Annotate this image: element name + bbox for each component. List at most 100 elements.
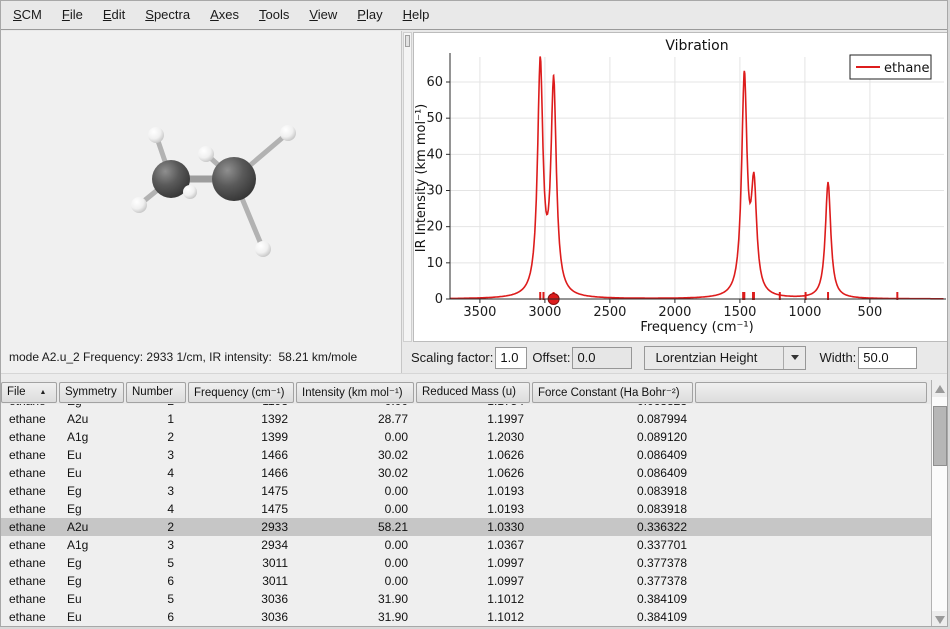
scroll-down-button[interactable] [932, 611, 948, 627]
cell-reduced: 1.0193 [416, 500, 532, 518]
cell-frequency: 3011 [188, 572, 296, 590]
cell-frequency: 3036 [188, 590, 296, 608]
arrow-down-icon [935, 616, 945, 624]
table-row[interactable]: ethaneEu5303631.901.10120.384109 [1, 590, 931, 608]
cell-force: 0.086409 [532, 464, 695, 482]
cell-symmetry: Eu [59, 464, 126, 482]
column-header-number[interactable]: Number [126, 382, 186, 403]
cell-symmetry: Eg [59, 482, 126, 500]
cell-file: ethane [1, 500, 59, 518]
lineshape-select[interactable]: Lorentzian Height [644, 346, 806, 370]
table-row[interactable]: ethaneEg314750.001.01930.083918 [1, 482, 931, 500]
cell-frequency: 2934 [188, 536, 296, 554]
cell-symmetry: Eg [59, 554, 126, 572]
cell-intensity: 58.21 [296, 518, 416, 536]
column-header-reduced[interactable]: Reduced Mass (u) [416, 382, 530, 403]
menu-item-help[interactable]: Help [393, 1, 440, 29]
table-row[interactable]: ethaneEu6303631.901.10120.384109 [1, 608, 931, 626]
cell-frequency: 1475 [188, 482, 296, 500]
chart-scrollbar-thumb[interactable] [405, 35, 410, 47]
table-body: ethaneEg211930.001.17540.063323ethaneA2u… [1, 404, 931, 626]
chart-scrollbar[interactable] [403, 32, 412, 342]
menu-item-spectra[interactable]: Spectra [135, 1, 200, 29]
cell-force: 0.336322 [532, 518, 695, 536]
y-tick-label: 10 [426, 256, 443, 271]
panel-splitter[interactable] [1, 373, 947, 380]
cell-force: 0.083918 [532, 482, 695, 500]
offset-label: Offset: [532, 350, 570, 365]
cell-file: ethane [1, 410, 59, 428]
column-header-intensity[interactable]: Intensity (km mol⁻¹) [296, 382, 414, 403]
column-header-frequency[interactable]: Frequency (cm⁻¹) [188, 382, 294, 403]
atom-H[interactable] [148, 127, 164, 143]
table-scrollbar[interactable] [931, 380, 948, 627]
offset-input[interactable] [572, 347, 632, 369]
cell-symmetry: A1g [59, 428, 126, 446]
cell-number: 6 [126, 608, 188, 626]
cell-intensity: 0.00 [296, 572, 416, 590]
menu-item-file[interactable]: File [52, 1, 93, 29]
cell-intensity: 0.00 [296, 536, 416, 554]
cell-reduced: 1.0997 [416, 572, 532, 590]
scroll-up-button[interactable] [932, 380, 948, 397]
table-row[interactable]: ethaneEg630110.001.09970.377378 [1, 572, 931, 590]
lineshape-selected-value: Lorentzian Height [655, 350, 757, 365]
table-row[interactable]: ethaneEg414750.001.01930.083918 [1, 500, 931, 518]
spectrum-controls: Scaling factor: Offset: Lorentzian Heigh… [403, 342, 948, 373]
spectrum-chart[interactable]: 3500300025002000150010005000102030405060… [413, 32, 948, 342]
atom-H[interactable] [198, 146, 214, 162]
menu-item-scm[interactable]: SCM [3, 1, 52, 29]
table-scrollbar-thumb[interactable] [933, 406, 947, 466]
table-row[interactable]: ethaneA2u2293358.211.03300.336322 [1, 518, 931, 536]
molecule-viewport[interactable] [1, 31, 402, 341]
gridlines [450, 57, 944, 299]
atom-C[interactable] [212, 157, 256, 201]
cell-force: 0.083918 [532, 500, 695, 518]
x-tick-label: 3500 [463, 305, 496, 320]
cell-force: 0.377378 [532, 572, 695, 590]
x-tick-label: 500 [857, 305, 882, 320]
table-row[interactable]: ethaneA1g213990.001.20300.089120 [1, 428, 931, 446]
cell-file: ethane [1, 572, 59, 590]
cell-file: ethane [1, 590, 59, 608]
cell-file: ethane [1, 482, 59, 500]
table-row[interactable]: ethaneA2u1139228.771.19970.087994 [1, 410, 931, 428]
menu-item-edit[interactable]: Edit [93, 1, 135, 29]
cell-number: 3 [126, 482, 188, 500]
atom-H[interactable] [183, 185, 197, 199]
cell-reduced: 1.1012 [416, 590, 532, 608]
atom-H[interactable] [131, 197, 147, 213]
atom-H[interactable] [255, 241, 271, 257]
table-row[interactable]: ethaneA1g329340.001.03670.337701 [1, 536, 931, 554]
table-row[interactable]: ethaneEu4146630.021.06260.086409 [1, 464, 931, 482]
column-header-symmetry[interactable]: Symmetry [59, 382, 124, 403]
table-row[interactable]: ethaneEg530110.001.09970.377378 [1, 554, 931, 572]
combo-arrow-section[interactable] [783, 347, 805, 369]
scaling-factor-input[interactable] [495, 347, 527, 369]
width-input[interactable] [858, 347, 917, 369]
cell-reduced: 1.2030 [416, 428, 532, 446]
molecule-panel[interactable]: mode A2.u_2 Frequency: 2933 1/cm, IR int… [1, 31, 402, 373]
menu-item-play[interactable]: Play [347, 1, 392, 29]
cell-reduced: 1.0330 [416, 518, 532, 536]
menu-item-axes[interactable]: Axes [200, 1, 249, 29]
menu-item-view[interactable]: View [299, 1, 347, 29]
status-text: mode A2.u_2 Frequency: 2933 1/cm, IR int… [9, 350, 357, 364]
cell-symmetry: Eg [59, 500, 126, 518]
cell-number: 4 [126, 464, 188, 482]
column-header-force[interactable]: Force Constant (Ha Bohr⁻²) [532, 382, 693, 403]
cell-force: 0.377378 [532, 554, 695, 572]
cell-symmetry: A2u [59, 518, 126, 536]
cell-symmetry: A1g [59, 536, 126, 554]
cell-force: 0.384109 [532, 590, 695, 608]
cell-symmetry: Eg [59, 572, 126, 590]
table-header: File▲SymmetryNumberFrequency (cm⁻¹)Inten… [1, 380, 931, 404]
menu-item-tools[interactable]: Tools [249, 1, 299, 29]
table-row[interactable]: ethaneEu3146630.021.06260.086409 [1, 446, 931, 464]
cell-file: ethane [1, 428, 59, 446]
atom-H[interactable] [280, 125, 296, 141]
column-header-file[interactable]: File▲ [1, 382, 57, 403]
cell-force: 0.089120 [532, 428, 695, 446]
x-axis-label: Frequency (cm⁻¹) [640, 320, 753, 335]
cell-file: ethane [1, 536, 59, 554]
